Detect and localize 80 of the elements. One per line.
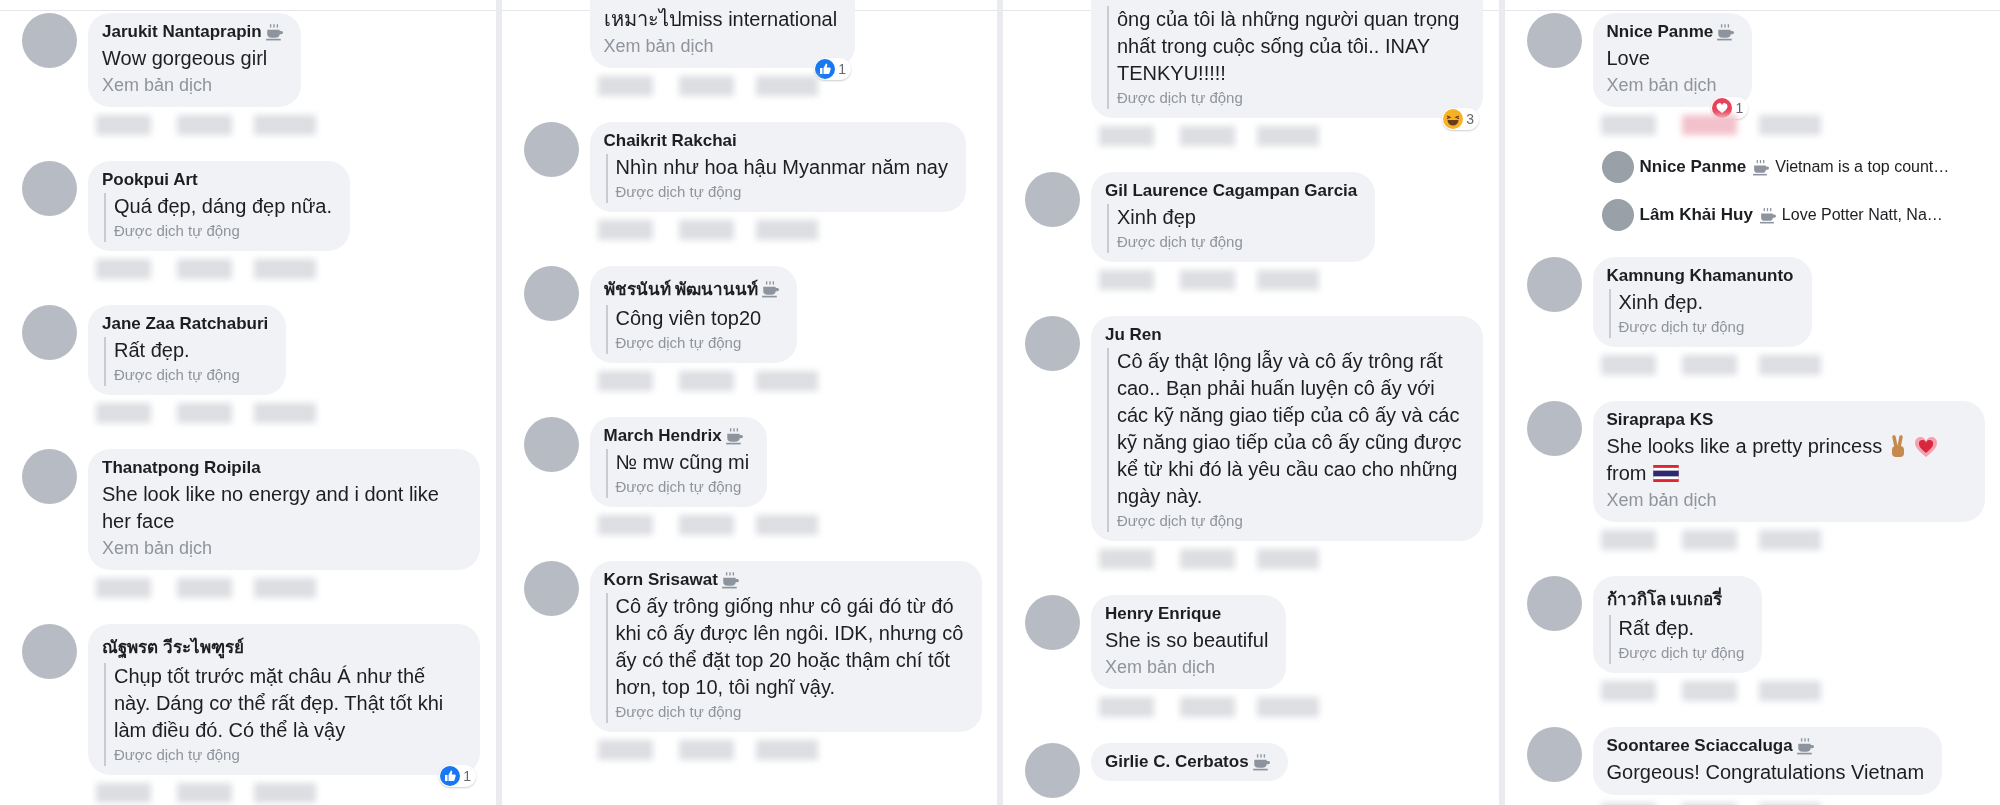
- avatar[interactable]: [523, 417, 579, 472]
- avatar[interactable]: [523, 561, 579, 616]
- auto-translated-label: Được dịch tự động: [615, 182, 743, 202]
- commenter-name[interactable]: พัชรนันท์ พัฒนานนท์: [603, 275, 759, 302]
- commenter-name[interactable]: Gil Laurence Cagampan Garcia: [1105, 181, 1358, 201]
- avatar[interactable]: [523, 122, 579, 177]
- avatar[interactable]: [1526, 257, 1582, 312]
- auto-translated-label: Được dịch tự động: [1618, 643, 1745, 663]
- avatar[interactable]: [1526, 576, 1582, 631]
- comment-text: Cô ấy trông giống như cô gái đó từ đó khi cô ấy được lên ngôi. IDK, nhưng cô ấy có thể đặt top 20 hoặc thậm chí tốt hơn, top 10, tôi nghĩ vậy.: [615, 594, 964, 700]
- avatar[interactable]: [1601, 151, 1634, 183]
- commenter-name[interactable]: Henry Enrique: [1105, 604, 1222, 624]
- flag-icon: [1652, 465, 1679, 482]
- avatar[interactable]: [1526, 13, 1582, 68]
- comment-text: Rất đẹp.: [1618, 616, 1696, 641]
- commenter-name[interactable]: Siraprapa KS: [1606, 410, 1714, 430]
- commenter-name[interactable]: Pookpui Art: [102, 170, 198, 190]
- comment-text: She look like no energy and i dont like her face: [102, 482, 440, 534]
- auto-translated-label: Được dịch tự động: [114, 365, 241, 385]
- heart-icon: [1914, 435, 1939, 458]
- comment-text: เหมาะไปmiss international: [603, 7, 838, 32]
- avatar[interactable]: [1601, 199, 1634, 231]
- comment-text: № mw cũng mi: [615, 450, 750, 475]
- commenter-name[interactable]: Jane Zaa Ratchaburi: [102, 314, 269, 334]
- avatar[interactable]: [1025, 595, 1080, 650]
- commenter-name[interactable]: Kamnung Khamanunto: [1606, 266, 1794, 286]
- avatar[interactable]: [1025, 316, 1080, 371]
- auto-translated-label: Được dịch tự động: [615, 702, 743, 722]
- avatar[interactable]: [22, 449, 77, 504]
- auto-translated-label: Được dịch tự động: [1618, 317, 1746, 337]
- reply-preview-text[interactable]: Love Potter Natt, Na…: [1781, 206, 1943, 224]
- auto-translated-label: Được dịch tự động: [1117, 232, 1244, 252]
- comment-text: Công viên top20: [615, 306, 763, 331]
- commenter-name[interactable]: Thanatpong Roipila: [102, 458, 261, 478]
- commenter-name[interactable]: ณัฐพรต วีระไพฑูรย์: [102, 633, 244, 660]
- avatar[interactable]: [1526, 727, 1582, 782]
- avatar[interactable]: [523, 266, 579, 321]
- commenter-name[interactable]: Nnice Panme: [1606, 22, 1714, 42]
- comment-text: She looks like a pretty princess: [1606, 434, 1883, 459]
- comment-text: Love: [1606, 46, 1651, 71]
- avatar[interactable]: [1025, 172, 1080, 227]
- comment-text: Cô ấy thật lộng lẫy và cô ấy trông rất cao.. Bạn phải huấn luyện cô ấy với các kỹ năng giao tiếp của cô ấy và các kỹ năng giao tiếp của cô ấy cũng được kể từ khi đó là yêu cầu cao cho những ngày này.: [1117, 349, 1463, 509]
- comment-text: Rất đẹp.: [114, 338, 191, 363]
- comment-text: from: [1606, 461, 1647, 486]
- avatar[interactable]: [1025, 743, 1080, 798]
- auto-translated-label: Được dịch tự động: [114, 221, 241, 241]
- avatar[interactable]: [22, 624, 77, 679]
- reaction-count[interactable]: 1: [814, 58, 852, 80]
- commenter-name[interactable]: Korn Srisawat: [603, 570, 718, 590]
- auto-translated-label: Được dịch tự động: [1117, 88, 1244, 108]
- reaction-count[interactable]: 1: [439, 765, 476, 787]
- reply-preview-text[interactable]: Vietnam is a top count…: [1775, 158, 1950, 176]
- comment-text: Wow gorgeous girl: [102, 46, 269, 71]
- auto-translated-label: Được dịch tự động: [1117, 511, 1244, 531]
- reply-author-name[interactable]: Nnice Panme: [1639, 157, 1747, 177]
- avatar[interactable]: [22, 13, 77, 68]
- comment-text: Quá đẹp, dáng đẹp nữa.: [114, 194, 332, 219]
- comment-text: Xinh đẹp.: [1618, 290, 1704, 315]
- avatar[interactable]: [22, 161, 77, 216]
- comment-text: She is so beautiful: [1105, 628, 1269, 653]
- commenter-name[interactable]: March Hendrix: [603, 426, 722, 446]
- auto-translated-label: Được dịch tự động: [114, 745, 241, 765]
- comment-text: ông của tôi là những người quan trọng nhất trong cuộc sống của tôi.. INAY TENKYU!!!!!: [1117, 7, 1461, 86]
- reaction-count[interactable]: 1: [1711, 97, 1749, 119]
- comment-text: Nhìn như hoa hậu Myanmar năm nay: [615, 155, 948, 180]
- commenter-name[interactable]: Ju Ren: [1105, 325, 1162, 345]
- auto-translated-label: Được dịch tự động: [615, 477, 743, 497]
- comment-text: Xinh đẹp: [1117, 205, 1197, 230]
- commenter-name[interactable]: Girlie C. Cerbatos: [1105, 752, 1249, 772]
- avatar[interactable]: [22, 305, 77, 360]
- comment-text: Gorgeous! Congratulations Vietnam: [1606, 760, 1925, 785]
- avatar[interactable]: [1526, 401, 1582, 456]
- auto-translated-label: Được dịch tự động: [615, 333, 743, 353]
- commenter-name[interactable]: Soontaree Sciaccaluga: [1606, 736, 1793, 756]
- comment-text: Chụp tốt trước mặt châu Á như thế này. Dáng cơ thể rất đẹp. Thật tốt khi làm điều đó. Có thể là vậy: [114, 664, 445, 743]
- commenter-name[interactable]: Chaikrit Rakchai: [603, 131, 737, 151]
- reply-author-name[interactable]: Lâm Khải Huy: [1639, 205, 1753, 225]
- commenter-name[interactable]: Jarukit Nantaprapin: [102, 22, 262, 42]
- reaction-count[interactable]: 3: [1442, 108, 1479, 130]
- commenter-name[interactable]: ก้าวกิโล เบเกอรี่: [1606, 585, 1723, 612]
